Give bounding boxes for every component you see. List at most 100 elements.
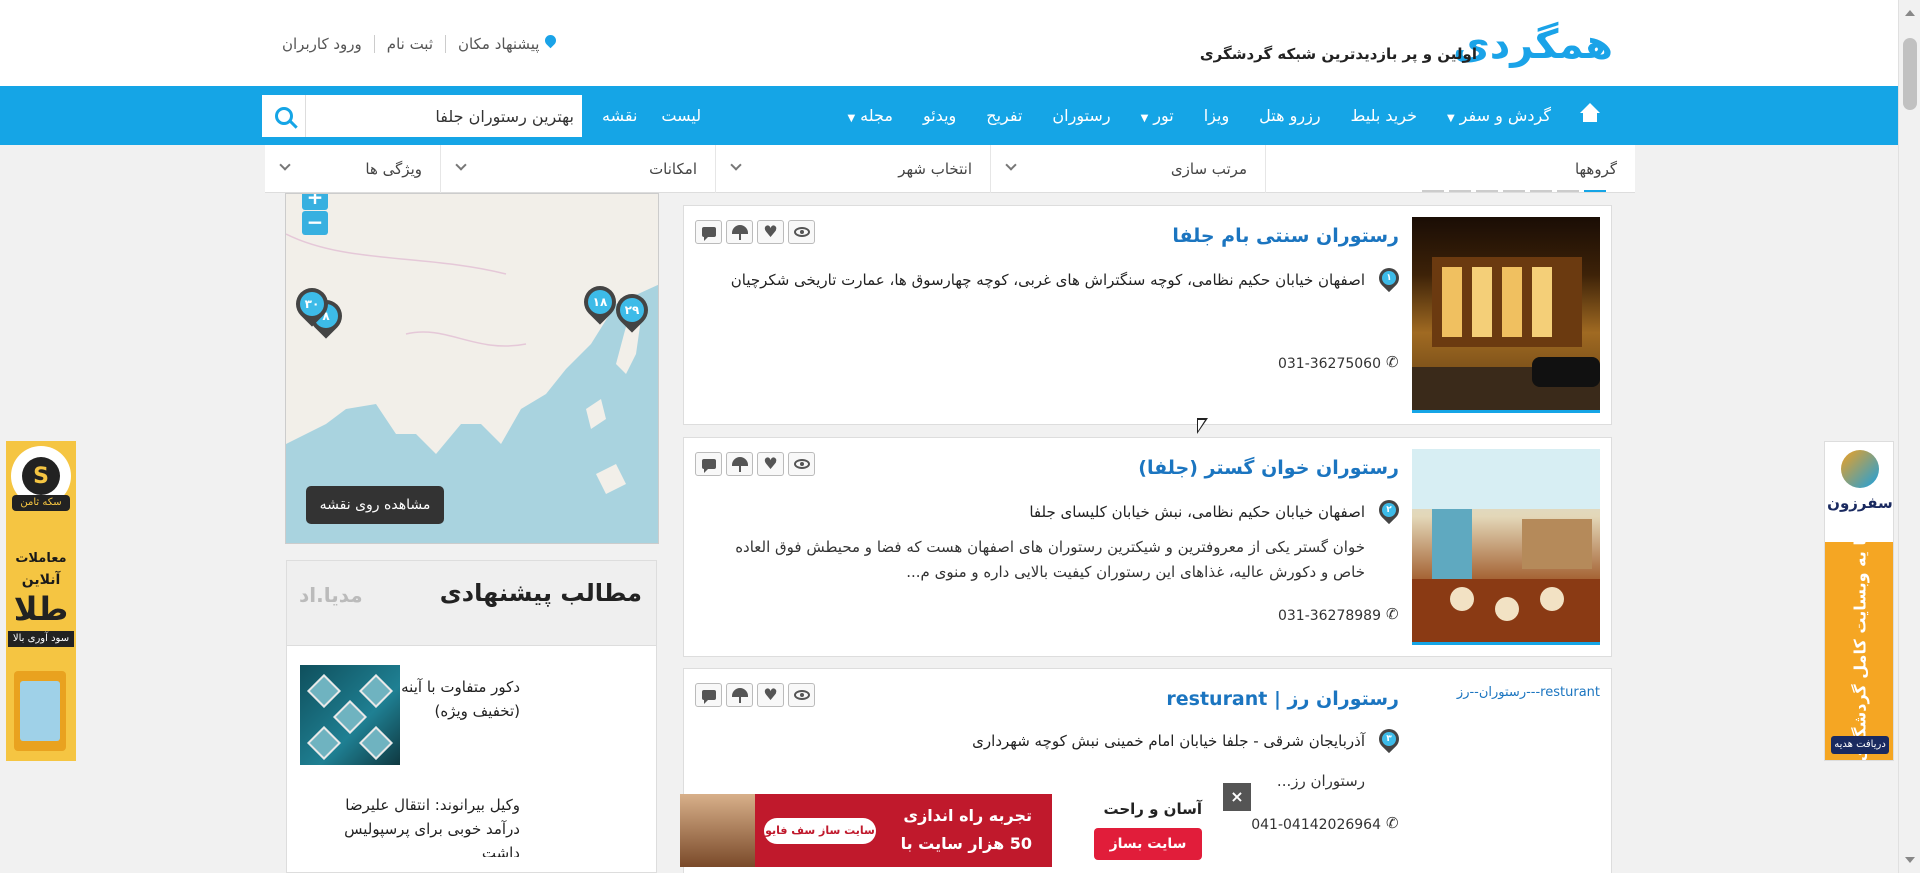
view-on-map-button[interactable]: مشاهده روی نقشه: [306, 486, 444, 524]
filter-facilities[interactable]: امکانات: [440, 145, 715, 193]
view-toggle: لیست نقشه: [590, 86, 713, 145]
nav-item-hotel[interactable]: رزرو هتل: [1244, 106, 1335, 125]
comment-button[interactable]: [695, 452, 722, 476]
heart-icon: ♥: [763, 685, 778, 704]
map-marker[interactable]: ۲۹: [609, 287, 655, 333]
listing-address: اصفهان خیابان حکیم نظامی، کوچه سنگتراش ه…: [730, 271, 1365, 289]
listing-title[interactable]: رستوران خوان گستر (جلفا): [1138, 457, 1399, 479]
favorite-button[interactable]: ♥: [757, 683, 784, 707]
gift-button[interactable]: دریافت هدیه: [1831, 736, 1889, 754]
phone-icon: [1386, 353, 1399, 371]
umbrella-button[interactable]: [726, 683, 753, 707]
listing-photo[interactable]: [1412, 217, 1600, 413]
nav-item-magazine[interactable]: مجله ▼: [832, 106, 907, 125]
map-marker-label: ۱۸: [588, 290, 612, 314]
favorite-button[interactable]: ♥: [757, 452, 784, 476]
listing-address: آذربایجان شرقی - جلفا خیابان امام خمینی …: [972, 732, 1365, 750]
login-link[interactable]: ورود کاربران: [270, 35, 374, 53]
search-button[interactable]: [262, 95, 306, 137]
umbrella-button[interactable]: [726, 452, 753, 476]
listing-actions: ♥: [695, 452, 815, 476]
heart-icon: ♥: [763, 222, 778, 241]
filter-city[interactable]: انتخاب شهر: [715, 145, 990, 193]
filter-bar: گروهها مرتب سازی انتخاب شهر امکانات ویژگ…: [265, 145, 1635, 193]
listing-slug-link[interactable]: رستوران--رز---resturant: [1457, 685, 1600, 700]
ad-right-vertical-label: با یه وبسایت کامل گردشگری: [1850, 533, 1870, 761]
zoom-out-button[interactable]: −: [302, 211, 328, 235]
favorite-button[interactable]: ♥: [757, 220, 784, 244]
site-logo[interactable]: همگردی: [1453, 22, 1613, 68]
view-button[interactable]: [788, 452, 815, 476]
listing-card[interactable]: رستوران سنتی بام جلفا ۱ اصفهان خیابان حک…: [683, 205, 1612, 425]
suggested-item-thumbnail[interactable]: [300, 665, 400, 765]
listing-title[interactable]: رستوران رز | resturant: [1166, 688, 1399, 710]
nav-item-video[interactable]: ویدئو: [908, 106, 971, 125]
comment-icon: [701, 459, 716, 473]
home-icon[interactable]: [1578, 102, 1602, 125]
view-button[interactable]: [788, 220, 815, 244]
build-site-button[interactable]: سایت بساز: [1094, 828, 1202, 860]
caret-down-icon: ▼: [1446, 113, 1455, 124]
suggest-place-link[interactable]: پیشنهاد مکان: [445, 35, 568, 53]
map-panel[interactable]: + − ۸ ۳۰ ۱۸ ۲۹ مشاهده روی نقشه: [285, 193, 659, 544]
nav-item-fun[interactable]: تفریح: [971, 106, 1037, 125]
location-pin-icon: [545, 35, 556, 49]
mouse-cursor-icon: [1197, 418, 1208, 434]
nav-item-travel[interactable]: گردش و سفر ▼: [1432, 106, 1566, 125]
nav-item-tickets[interactable]: خرید بلیط: [1336, 106, 1432, 125]
map-view-link[interactable]: نقشه: [590, 106, 649, 125]
search-input[interactable]: [306, 95, 582, 137]
bottom-banner-ad[interactable]: سایت ساز سف فایو تجربه راه اندازی 50 هزا…: [680, 794, 1220, 867]
register-link[interactable]: ثبت نام: [373, 35, 445, 53]
map-marker[interactable]: ۳۰: [289, 281, 335, 327]
suggested-brand: مدیا.اد: [299, 583, 363, 607]
close-ad-button[interactable]: ×: [1223, 783, 1251, 811]
suggested-item[interactable]: وکیل بیرانوند: انتقال علیرضا درآمد خوبی …: [300, 783, 650, 873]
right-travel-ad[interactable]: سفرزون با یه وبسایت کامل گردشگری دریافت …: [1824, 441, 1894, 761]
scroll-thumb[interactable]: [1903, 38, 1917, 110]
suggested-item[interactable]: دکور متفاوت با آینه های مدرن!(تخفیف ویژه…: [300, 665, 650, 765]
listing-photo[interactable]: [1412, 449, 1600, 645]
view-button[interactable]: [788, 683, 815, 707]
umbrella-icon: [731, 457, 748, 472]
heart-icon: ♥: [763, 454, 778, 473]
page-scrollbar[interactable]: [1898, 0, 1920, 873]
listing-card[interactable]: رستوران خوان گستر (جلفا) ۲ اصفهان خیابان…: [683, 437, 1612, 657]
listing-number: ۱: [1374, 263, 1404, 294]
suggest-place-label: پیشنهاد مکان: [458, 35, 540, 53]
suggested-header: مطالب پیشنهادی مدیا.اد: [287, 561, 656, 646]
listing-title[interactable]: رستوران سنتی بام جلفا: [1172, 225, 1399, 247]
nav-item-restaurant[interactable]: رستوران: [1037, 106, 1125, 125]
comment-button[interactable]: [695, 220, 722, 244]
listing-phone: 031-36278989: [1278, 605, 1399, 624]
comment-button[interactable]: [695, 683, 722, 707]
chevron-down-icon: [455, 159, 467, 171]
ad-left-line4: سود آوری بالا: [8, 631, 74, 647]
listing-address: اصفهان خیابان حکیم نظامی، نبش خیابان کلی…: [1029, 503, 1365, 521]
nav-item-label: مجله: [860, 106, 893, 125]
caret-down-icon: ▼: [847, 113, 856, 124]
list-view-link[interactable]: لیست: [649, 106, 713, 125]
nav-item-tour[interactable]: تور ▼: [1126, 106, 1189, 125]
filter-groups[interactable]: گروهها: [1265, 145, 1635, 193]
scroll-down-icon[interactable]: [1905, 857, 1915, 863]
listing-phone: 041-04142026964: [1251, 814, 1399, 833]
search-box: [262, 95, 582, 137]
zoom-in-button[interactable]: +: [302, 194, 328, 210]
map-marker[interactable]: ۱۸: [577, 279, 623, 325]
ad-left-line3: طلا: [13, 590, 69, 628]
filter-features[interactable]: ویژگی ها: [265, 145, 440, 193]
filter-features-label: ویژگی ها: [365, 160, 422, 178]
left-gold-ad[interactable]: S سکه ثامن معاملات آنلاین طلا سود آوری ب…: [6, 441, 76, 761]
suggested-item-text[interactable]: وکیل بیرانوند: انتقال علیرضا درآمد خوبی …: [310, 793, 520, 857]
filter-sort[interactable]: مرتب سازی: [990, 145, 1265, 193]
ad-bottom-pill: سایت ساز سف فایو: [764, 818, 876, 844]
ad-right-brand: سفرزون: [1827, 494, 1893, 512]
listing-phone-number: 041-04142026964: [1251, 817, 1381, 833]
umbrella-button[interactable]: [726, 220, 753, 244]
listing-photo-art: [1412, 449, 1600, 642]
scroll-up-icon[interactable]: [1905, 10, 1915, 16]
comment-icon: [701, 227, 716, 241]
nav-item-visa[interactable]: ویزا: [1189, 106, 1244, 125]
listing-number: ۳: [1374, 724, 1404, 755]
